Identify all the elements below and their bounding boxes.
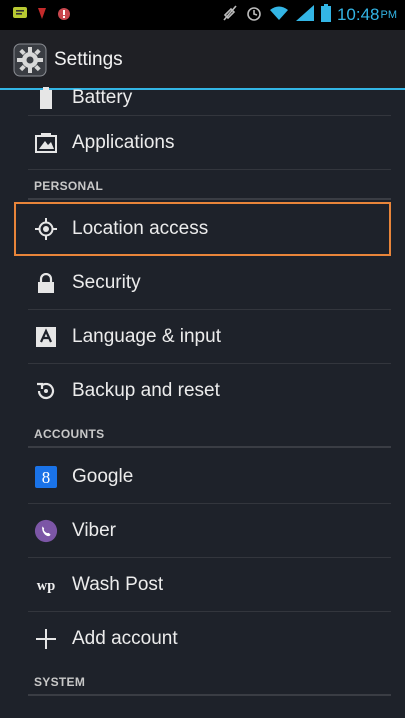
section-header-personal: PERSONAL <box>0 170 405 202</box>
wifi-icon <box>269 4 289 27</box>
keyboard-a-icon <box>34 325 58 349</box>
section-header-label: ACCOUNTS <box>34 427 105 441</box>
page-title: Settings <box>54 49 123 70</box>
settings-item-label: Security <box>72 272 141 293</box>
lock-icon <box>34 271 58 295</box>
account-item-viber[interactable]: Viber <box>0 504 405 558</box>
section-header-label: SYSTEM <box>34 675 86 689</box>
section-header-system: SYSTEM <box>0 666 405 698</box>
alarm-icon <box>245 4 263 27</box>
status-ampm: PM <box>380 9 398 21</box>
messenger-icon <box>12 5 28 26</box>
signal-icon <box>295 4 315 27</box>
svg-text:8: 8 <box>42 468 51 487</box>
settings-item-label: Location access <box>72 218 209 239</box>
settings-gear-icon[interactable] <box>12 42 48 78</box>
status-bar: 10:48 PM <box>0 0 405 30</box>
status-bar-left <box>0 5 72 26</box>
settings-item-label: Backup and reset <box>72 380 220 401</box>
account-item-google[interactable]: 8 Google <box>0 450 405 504</box>
applications-icon <box>34 131 58 155</box>
screen: 10:48 PM Settings Battery Applications P… <box>0 0 405 718</box>
plus-icon <box>34 627 58 651</box>
viber-icon <box>34 519 58 543</box>
svg-text:wp: wp <box>37 578 55 594</box>
account-item-wash-post[interactable]: wp Wash Post <box>0 558 405 612</box>
settings-item-location-access[interactable]: Location access <box>14 202 391 256</box>
settings-item-applications[interactable]: Applications <box>0 116 405 170</box>
section-header-accounts: ACCOUNTS <box>0 418 405 450</box>
settings-item-security[interactable]: Security <box>0 256 405 310</box>
settings-item-label: Battery <box>72 87 133 108</box>
status-bar-right: 10:48 PM <box>221 3 405 27</box>
settings-item-battery[interactable]: Battery <box>0 87 405 116</box>
washington-post-icon: wp <box>34 573 58 597</box>
clock: 10:48 PM <box>337 5 397 25</box>
settings-item-label: Applications <box>72 132 175 153</box>
section-header-label: PERSONAL <box>34 179 104 193</box>
status-time: 10:48 <box>336 5 380 24</box>
location-target-icon <box>34 217 58 241</box>
google-icon: 8 <box>34 465 58 489</box>
settings-item-backup-reset[interactable]: Backup and reset <box>0 364 405 418</box>
battery-icon <box>34 86 58 110</box>
settings-item-label: Viber <box>72 520 117 541</box>
settings-item-language-input[interactable]: Language & input <box>0 310 405 364</box>
battery-icon <box>320 3 331 27</box>
mute-icon <box>221 4 239 27</box>
settings-item-label: Wash Post <box>72 574 164 595</box>
alert-icon <box>56 5 72 26</box>
notification-icon <box>36 5 48 26</box>
settings-item-label: Add account <box>72 628 178 649</box>
add-account-button[interactable]: Add account <box>0 612 405 666</box>
settings-list[interactable]: Battery Applications PERSONAL Location a… <box>0 87 405 698</box>
settings-item-label: Google <box>72 466 134 487</box>
settings-item-label: Language & input <box>72 326 221 347</box>
backup-restore-icon <box>34 379 58 403</box>
action-bar: Settings <box>0 30 405 90</box>
